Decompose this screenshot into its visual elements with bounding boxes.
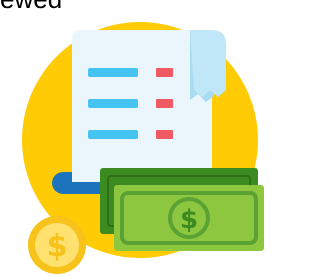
receipt-mark (156, 99, 173, 108)
receipt-icon (72, 30, 226, 182)
svg-text:$: $ (47, 229, 68, 264)
receipt-mark (156, 130, 173, 139)
svg-text:$: $ (180, 205, 198, 235)
coin-icon: $ (28, 216, 86, 274)
receipt-line (88, 68, 138, 77)
receipt-line (88, 99, 138, 108)
receipt-with-money-icon: $ $ (22, 22, 264, 274)
dollar-bill-front-icon: $ (114, 185, 264, 251)
receipt-line (88, 130, 138, 139)
receipt-mark (156, 68, 173, 77)
illustration-canvas: ewed (0, 0, 278, 276)
